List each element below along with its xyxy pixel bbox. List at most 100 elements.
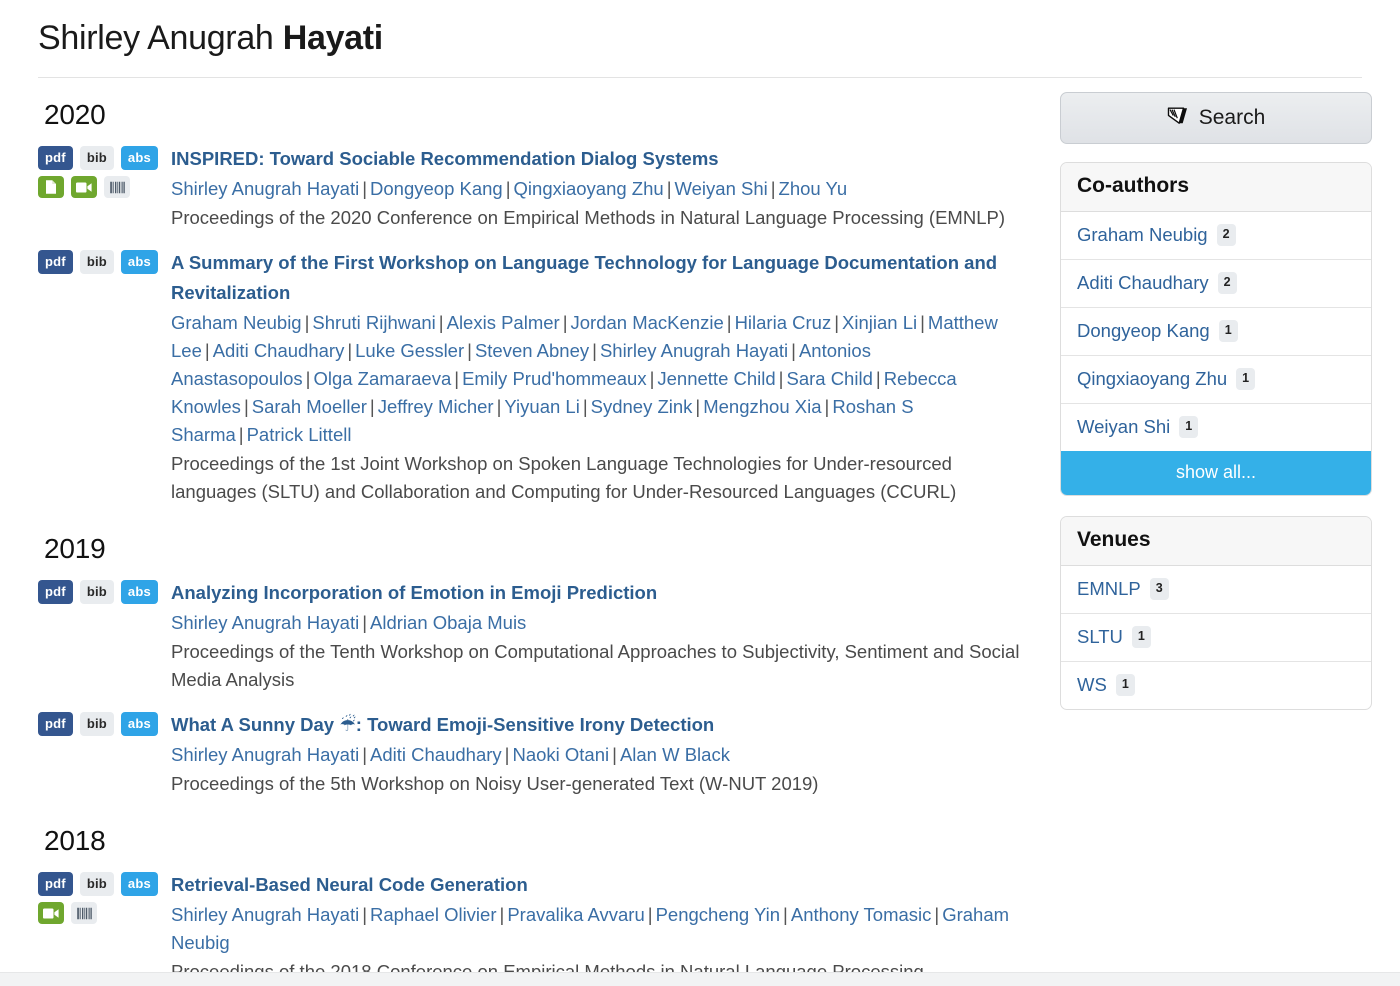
document-icon[interactable] <box>38 176 64 198</box>
bib-badge[interactable]: bib <box>79 146 114 170</box>
author-link[interactable]: Jordan MacKenzie <box>571 312 724 333</box>
venue-item-label: EMNLP <box>1077 578 1141 599</box>
coauthor-item[interactable]: Graham Neubig 2 <box>1061 212 1371 260</box>
publication-title[interactable]: Retrieval-Based Neural Code Generation <box>171 870 1038 900</box>
coauthor-item[interactable]: Aditi Chaudhary 2 <box>1061 260 1371 308</box>
pdf-badge[interactable]: pdf <box>38 580 73 604</box>
page-header: Shirley Anugrah Hayati <box>0 0 1400 78</box>
author-link[interactable]: Raphael Olivier <box>370 904 496 925</box>
pdf-badge[interactable]: pdf <box>38 250 73 274</box>
author-separator: | <box>496 396 502 417</box>
author-link[interactable]: Anthony Tomasic <box>791 904 932 925</box>
venue-item-count: 1 <box>1115 674 1135 696</box>
coauthor-item[interactable]: Dongyeop Kang 1 <box>1061 308 1371 356</box>
page-title-first: Shirley Anugrah <box>38 19 283 57</box>
coauthor-item[interactable]: Weiyan Shi 1 <box>1061 404 1371 451</box>
publication-marks: pdf bib abs <box>38 248 171 274</box>
author-link[interactable]: Qingxiaoyang Zhu <box>514 178 664 199</box>
author-link[interactable]: Alan W Black <box>620 744 730 765</box>
sidebar: Search Co-authors Graham Neubig 2 Aditi Ch… <box>1060 78 1372 730</box>
abs-badge[interactable]: abs <box>120 872 158 896</box>
author-link[interactable]: Sydney Zink <box>591 396 693 417</box>
year-heading: 2018 <box>44 825 106 856</box>
publication-entry: pdf bib abs A Summary of the First Workshop… <box>38 248 1038 506</box>
author-link[interactable]: Aditi Chaudhary <box>370 744 502 765</box>
venue-item[interactable]: WS 1 <box>1061 662 1371 709</box>
venues-panel: Venues EMNLP 3 SLTU 1 WS 1 <box>1060 516 1372 710</box>
search-button[interactable]: Search <box>1060 92 1372 144</box>
author-link[interactable]: Shruti Rijhwani <box>312 312 435 333</box>
badge-row: pdf bib abs <box>38 712 171 736</box>
bib-badge[interactable]: bib <box>79 712 114 736</box>
venue-item[interactable]: SLTU 1 <box>1061 614 1371 662</box>
video-icon[interactable] <box>71 176 97 198</box>
publication-title[interactable]: What A Sunny Day ☔: Toward Emoji-Sensiti… <box>171 710 1038 740</box>
venues-panel-title: Venues <box>1061 517 1371 566</box>
bib-badge[interactable]: bib <box>79 872 114 896</box>
barcode-icon[interactable] <box>104 176 130 198</box>
author-link[interactable]: Xinjian Li <box>842 312 917 333</box>
author-link[interactable]: Mengzhou Xia <box>703 396 821 417</box>
author-link[interactable]: Zhou Yu <box>779 178 848 199</box>
venue-item[interactable]: EMNLP 3 <box>1061 566 1371 614</box>
author-separator: | <box>666 178 672 199</box>
publication-authors: Shirley Anugrah Hayati | Raphael Olivier | P… <box>171 901 1038 957</box>
author-link[interactable]: Aditi Chaudhary <box>213 340 345 361</box>
venue-item-count: 1 <box>1131 626 1151 648</box>
author-separator: | <box>791 340 796 361</box>
author-link[interactable]: Yiyuan Li <box>504 396 579 417</box>
author-link[interactable]: Shirley Anugrah Hayati <box>171 904 359 925</box>
pdf-badge[interactable]: pdf <box>38 872 73 896</box>
coauthor-item-label: Dongyeop Kang <box>1077 320 1210 341</box>
publication-body: A Summary of the First Workshop on Langu… <box>171 248 1038 506</box>
author-link[interactable]: Emily Prud'hommeaux <box>462 368 647 389</box>
author-link[interactable]: Hilaria Cruz <box>735 312 832 333</box>
author-link[interactable]: Pengcheng Yin <box>656 904 780 925</box>
author-link[interactable]: Sara Child <box>786 368 872 389</box>
publication-entry: pdf bib abs Retrieval-Based Neural Code Gen… <box>38 870 1038 986</box>
abs-badge[interactable]: abs <box>120 250 158 274</box>
author-link[interactable]: Jeffrey Micher <box>378 396 494 417</box>
coauthor-item-count: 1 <box>1218 320 1238 342</box>
author-link[interactable]: Olga Zamaraeva <box>313 368 451 389</box>
author-separator: | <box>438 312 444 333</box>
publication-entry: pdf bib abs What A Sunny Day ☔: Toward Emoj… <box>38 710 1038 798</box>
publication-entry: pdf bib abs Analyzing Incorporation of Emot… <box>38 578 1038 694</box>
author-link[interactable]: Pravalika Avvaru <box>507 904 644 925</box>
pdf-badge[interactable]: pdf <box>38 712 73 736</box>
author-link[interactable]: Dongyeop Kang <box>370 178 503 199</box>
pdf-badge[interactable]: pdf <box>38 146 73 170</box>
author-link[interactable]: Sarah Moeller <box>252 396 367 417</box>
author-link[interactable]: Shirley Anugrah Hayati <box>171 744 359 765</box>
abs-badge[interactable]: abs <box>120 580 158 604</box>
video-icon[interactable] <box>38 902 64 924</box>
publication-title[interactable]: Analyzing Incorporation of Emotion in Em… <box>171 578 1038 608</box>
publication-title[interactable]: INSPIRED: Toward Sociable Recommendation… <box>171 144 1038 174</box>
bib-badge[interactable]: bib <box>79 250 114 274</box>
author-link[interactable]: Weiyan Shi <box>675 178 768 199</box>
venues-list: EMNLP 3 SLTU 1 WS 1 <box>1061 566 1371 709</box>
author-link[interactable]: Jennette Child <box>657 368 775 389</box>
icon-row <box>38 902 171 924</box>
abs-badge[interactable]: abs <box>120 146 158 170</box>
publication-entry: pdf bib abs INSPIRED: Toward Sociable Recom… <box>38 144 1038 232</box>
publication-venue: Proceedings of the 5th Workshop on Noisy… <box>171 773 819 794</box>
author-link[interactable]: Steven Abney <box>475 340 589 361</box>
author-link[interactable]: Alexis Palmer <box>447 312 560 333</box>
author-link[interactable]: Shirley Anugrah Hayati <box>171 612 359 633</box>
barcode-icon[interactable] <box>71 902 97 924</box>
bib-badge[interactable]: bib <box>79 580 114 604</box>
venue-item-count: 3 <box>1149 578 1169 600</box>
abs-badge[interactable]: abs <box>120 712 158 736</box>
author-link[interactable]: Aldrian Obaja Muis <box>370 612 526 633</box>
author-link[interactable]: Shirley Anugrah Hayati <box>171 178 359 199</box>
show-all-coauthors-button[interactable]: show all... <box>1061 451 1371 495</box>
coauthor-item[interactable]: Qingxiaoyang Zhu 1 <box>1061 356 1371 404</box>
author-link[interactable]: Shirley Anugrah Hayati <box>600 340 788 361</box>
publication-title[interactable]: A Summary of the First Workshop on Langu… <box>171 248 1038 308</box>
author-separator: | <box>647 904 653 925</box>
author-link[interactable]: Patrick Littell <box>247 424 352 445</box>
author-link[interactable]: Graham Neubig <box>171 312 302 333</box>
author-link[interactable]: Luke Gessler <box>355 340 464 361</box>
author-link[interactable]: Naoki Otani <box>512 744 609 765</box>
